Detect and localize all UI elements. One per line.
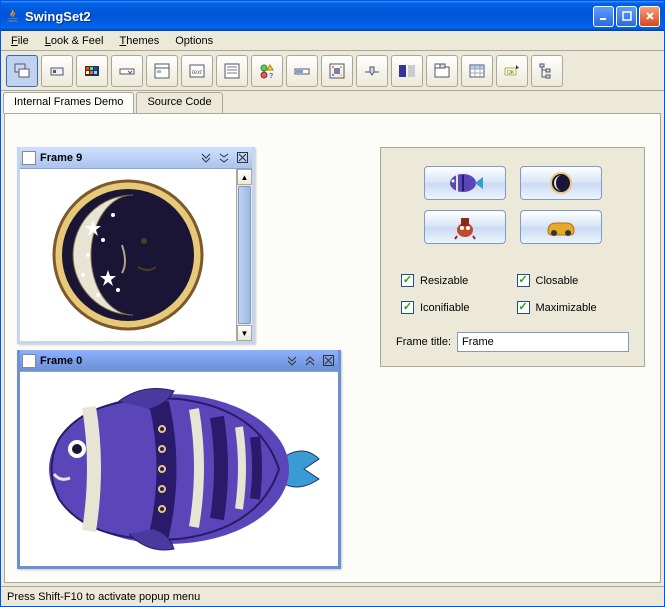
- frame-title: Frame 0: [40, 355, 284, 367]
- frame-titlebar[interactable]: Frame 0: [20, 350, 338, 372]
- frame-iconify-button[interactable]: [198, 151, 214, 165]
- frame-content: [20, 372, 338, 566]
- frame-icon: [22, 354, 36, 368]
- checkbox-resizable[interactable]: ✓Resizable: [401, 274, 509, 287]
- tool-combobox[interactable]: [111, 55, 143, 87]
- svg-text:?: ?: [269, 73, 273, 80]
- tool-html[interactable]: text: [181, 55, 213, 87]
- tab-demo[interactable]: Internal Frames Demo: [3, 92, 134, 114]
- status-text: Press Shift-F10 to activate popup menu: [7, 591, 200, 603]
- frame-title-row: Frame title:: [381, 322, 644, 356]
- desktop-pane[interactable]: Frame 9 ▲: [4, 113, 661, 583]
- tool-tooltip[interactable]: OK: [496, 55, 528, 87]
- moon-image: [48, 175, 208, 335]
- close-button[interactable]: [639, 6, 660, 27]
- toolbar: text ? OK: [1, 51, 664, 91]
- checkbox-closable[interactable]: ✓Closable: [517, 274, 625, 287]
- frame-close-button[interactable]: [320, 354, 336, 368]
- frame-iconify-button[interactable]: [284, 354, 300, 368]
- tool-progressbar[interactable]: [286, 55, 318, 87]
- scrollbar-vertical[interactable]: ▲ ▼: [236, 169, 252, 341]
- tab-source[interactable]: Source Code: [136, 92, 222, 114]
- tool-tree[interactable]: [531, 55, 563, 87]
- fish-image: [29, 379, 329, 559]
- tab-strip: Internal Frames Demo Source Code: [1, 92, 664, 114]
- tool-internal-frames[interactable]: [6, 55, 38, 87]
- window-titlebar[interactable]: SwingSet2: [1, 1, 664, 31]
- menubar: File Look & Feel Themes Options: [1, 31, 664, 51]
- tool-table[interactable]: [461, 55, 493, 87]
- create-sun-frame-button[interactable]: [424, 210, 506, 244]
- internal-frame-0[interactable]: Frame 0: [17, 350, 341, 569]
- java-icon: [5, 8, 21, 24]
- checkbox-iconifiable[interactable]: ✓Iconifiable: [401, 301, 509, 314]
- checkbox-maximizable[interactable]: ✓Maximizable: [517, 301, 625, 314]
- tool-slider[interactable]: [356, 55, 388, 87]
- frame-content: [20, 169, 252, 341]
- menu-themes[interactable]: Themes: [113, 33, 165, 49]
- svg-text:text: text: [192, 70, 202, 76]
- frame-title-label: Frame title:: [396, 336, 451, 348]
- frame-icon: [22, 151, 36, 165]
- svg-text:OK: OK: [507, 70, 515, 76]
- create-moon-frame-button[interactable]: [520, 166, 602, 200]
- app-window: SwingSet2 File Look & Feel Themes Option…: [0, 0, 665, 607]
- window-controls: [593, 6, 660, 27]
- tool-colorchooser[interactable]: [76, 55, 108, 87]
- scroll-thumb[interactable]: [238, 186, 251, 324]
- tool-buttons[interactable]: [41, 55, 73, 87]
- status-bar: Press Shift-F10 to activate popup menu: [1, 586, 664, 606]
- minimize-button[interactable]: [593, 6, 614, 27]
- control-panel: ✓Resizable ✓Closable ✓Iconifiable ✓Maxim…: [380, 147, 645, 367]
- frame-maximize-button[interactable]: [302, 354, 318, 368]
- tool-filechooser[interactable]: [146, 55, 178, 87]
- create-fish-frame-button[interactable]: [424, 166, 506, 200]
- frame-icon-buttons: [381, 158, 644, 262]
- tool-optionpane[interactable]: ?: [251, 55, 283, 87]
- frame-title-input[interactable]: [457, 332, 629, 352]
- menu-options[interactable]: Options: [169, 33, 219, 49]
- tool-splitpane[interactable]: [391, 55, 423, 87]
- menu-file[interactable]: File: [5, 33, 35, 49]
- menu-look-feel[interactable]: Look & Feel: [39, 33, 110, 49]
- scroll-down-button[interactable]: ▼: [237, 325, 252, 341]
- scroll-up-button[interactable]: ▲: [237, 169, 252, 185]
- tool-list[interactable]: [216, 55, 248, 87]
- create-cab-frame-button[interactable]: [520, 210, 602, 244]
- internal-frame-9[interactable]: Frame 9 ▲: [17, 147, 255, 344]
- frame-title: Frame 9: [40, 152, 198, 164]
- frame-maximize-button[interactable]: [216, 151, 232, 165]
- maximize-button[interactable]: [616, 6, 637, 27]
- window-title: SwingSet2: [25, 9, 593, 24]
- tool-tabbedpane[interactable]: [426, 55, 458, 87]
- tool-scrollpane[interactable]: [321, 55, 353, 87]
- frame-close-button[interactable]: [234, 151, 250, 165]
- checkbox-group: ✓Resizable ✓Closable ✓Iconifiable ✓Maxim…: [381, 262, 644, 322]
- frame-titlebar[interactable]: Frame 9: [20, 147, 252, 169]
